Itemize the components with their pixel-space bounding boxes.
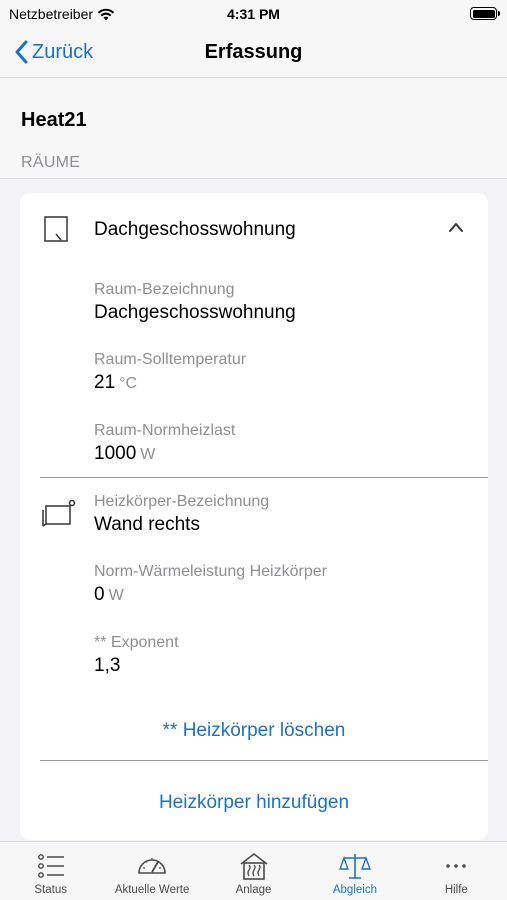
room-icon	[44, 216, 68, 242]
room-heat-load-value: 1000	[94, 443, 137, 464]
radiator-exponent-field[interactable]: ** Exponent 1,3	[94, 634, 179, 677]
scale-icon	[338, 854, 371, 879]
radiator-power-label: Norm-Wärmeleistung Heizkörper	[94, 563, 327, 580]
tab-label: Anlage	[235, 884, 272, 896]
room-heat-load-unit: W	[140, 446, 156, 463]
tab-current-values[interactable]: Aktuelle Werte	[101, 842, 202, 900]
add-radiator-button[interactable]: Heizkörper hinzufügen	[20, 792, 488, 814]
room-name-label: Raum-Bezeichnung	[94, 281, 235, 298]
divider	[40, 760, 488, 761]
room-name-value: Dachgeschosswohnung	[94, 302, 296, 323]
radiator-exponent-value: 1,3	[94, 655, 121, 676]
gauge-icon	[138, 858, 166, 874]
clock: 4:31 PM	[227, 6, 280, 22]
ellipsis-icon	[446, 864, 467, 868]
tab-label: Aktuelle Werte	[114, 884, 190, 896]
tab-label: Status	[34, 884, 67, 896]
radiator-power-field[interactable]: Norm-Wärmeleistung Heizkörper 0W	[94, 563, 327, 606]
room-title: Dachgeschosswohnung	[94, 219, 296, 240]
section-label-rooms: RÄUME	[21, 154, 81, 171]
navigation-bar: Zurück Erfassung	[0, 30, 507, 78]
radiator-name-label: Heizkörper-Bezeichnung	[94, 493, 270, 510]
tab-bar: Status Aktuelle Werte Anlage Abgleich Hi…	[0, 841, 507, 900]
tab-system[interactable]: Anlage	[203, 842, 304, 900]
app-name: Heat21	[21, 109, 87, 131]
room-header[interactable]: Dachgeschosswohnung	[20, 193, 488, 265]
page-title: Erfassung	[204, 41, 303, 63]
tab-balancing[interactable]: Abgleich	[304, 842, 405, 900]
room-temperature-unit: °C	[119, 375, 138, 392]
room-temperature-value: 21	[94, 372, 116, 393]
status-bar: Netzbetreiber 4:31 PM	[0, 0, 507, 30]
tab-label: Abgleich	[332, 884, 377, 896]
radiator-icon	[42, 499, 76, 527]
room-temperature-field[interactable]: Raum-Solltemperatur 21 °C	[94, 351, 246, 394]
room-heat-load-field[interactable]: Raum-Normheizlast 1000 W	[94, 422, 235, 465]
room-heat-load-label: Raum-Normheizlast	[94, 422, 236, 439]
room-name-field[interactable]: Raum-Bezeichnung Dachgeschosswohnung	[94, 281, 296, 324]
delete-radiator-button[interactable]: ** Heizkörper löschen	[20, 720, 488, 742]
tab-status[interactable]: Status	[0, 842, 101, 900]
radiator-power-value: 0	[94, 584, 105, 605]
tab-help[interactable]: Hilfe	[406, 842, 507, 900]
chevron-up-icon[interactable]	[448, 221, 464, 233]
divider	[40, 477, 488, 478]
room-temperature-label: Raum-Solltemperatur	[94, 351, 247, 368]
house-heat-icon	[240, 852, 268, 880]
room-card: Dachgeschosswohnung Raum-Bezeichnung Dac…	[20, 193, 488, 840]
radiator-name-field[interactable]: Heizkörper-Bezeichnung Wand rechts	[94, 493, 269, 536]
list-icon	[37, 854, 64, 878]
radiator-name-value: Wand rechts	[94, 514, 200, 535]
tab-label: Hilfe	[444, 884, 468, 896]
radiator-exponent-label: ** Exponent	[94, 634, 179, 651]
radiator-power-unit: W	[108, 587, 124, 604]
battery-icon	[470, 7, 500, 20]
header-area: Heat21 RÄUME	[0, 79, 507, 179]
